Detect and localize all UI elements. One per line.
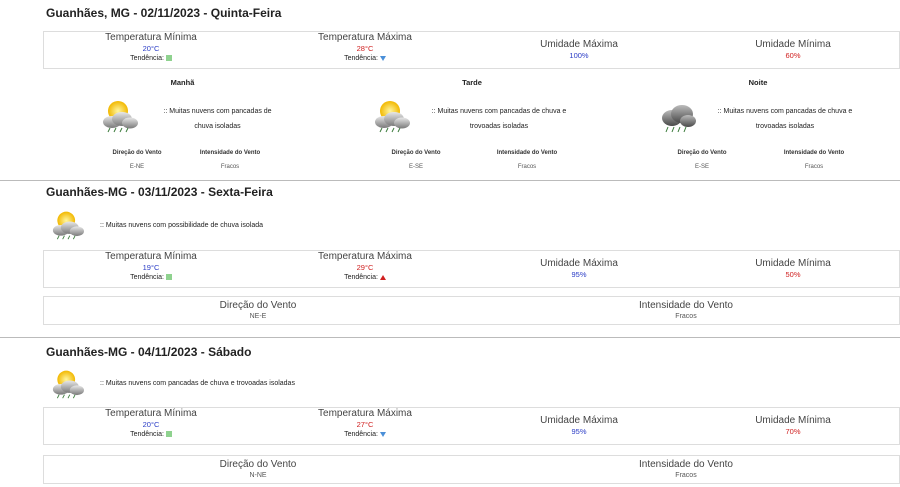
wind-int-value: Fracos	[675, 313, 697, 320]
wind-dir-value: E-SE	[694, 164, 709, 170]
cloud-sun-rain-icon	[100, 98, 140, 134]
wind-int-label: Intensidade do Vento	[496, 150, 558, 156]
max-temp-cell: Temperatura Máxima 28°C Tendência:	[258, 32, 472, 62]
period-afternoon: Tarde :: Muitas nuvens com pancadas de c…	[372, 78, 582, 173]
wind-int-cell: Intensidade do Vento Fracos	[472, 297, 900, 320]
min-temp-value: 19°C	[142, 263, 160, 272]
wind-dir-label: Direção do Vento	[112, 150, 162, 156]
hum-max-label: Umidade Máxima	[540, 415, 618, 426]
hum-min-cell: Umidade Mínima 70%	[686, 415, 900, 436]
wind-int-label: Intensidade do Vento	[199, 150, 261, 156]
wind-int-value: Fracos	[517, 164, 537, 170]
wind-int-value: Fracos	[804, 164, 824, 170]
min-temp-value: 20°C	[142, 44, 160, 53]
cloud-night-storm-icon	[658, 98, 698, 134]
hum-min-cell: Umidade Mínima 60%	[686, 39, 900, 60]
period-title: Tarde	[462, 78, 482, 87]
period-morning: Manhã :: Muitas nuvens com pancadas de ch…	[100, 78, 300, 173]
period-desc: :: Muitas nuvens com pancadas de chuva e…	[717, 108, 853, 130]
hum-max-label: Umidade Máxima	[540, 39, 618, 50]
divider	[0, 337, 900, 338]
wind-panel: Direção do Vento N-NE Intensidade do Ven…	[43, 455, 900, 484]
wind-dir-value: N-NE	[249, 472, 267, 479]
max-temp-value: 29°C	[356, 263, 374, 272]
period-night: Noite :: Muitas nuvens com pancadas de c…	[658, 78, 868, 173]
day-title: Guanhães, MG - 02/11/2023 - Quinta-Feira	[46, 6, 282, 20]
min-temp-cell: Temperatura Mínima 20°C Tendência:	[44, 408, 258, 438]
wind-dir-label: Direção do Vento	[219, 459, 297, 470]
hum-min-label: Umidade Mínima	[755, 39, 831, 50]
min-temp-label: Temperatura Mínima	[105, 408, 197, 419]
min-temp-value: 20°C	[142, 420, 160, 429]
trend-stable-icon	[165, 431, 172, 438]
day-desc: :: Muitas nuvens com pancadas de chuva e…	[100, 380, 295, 387]
wind-dir-cell: Direção do Vento N-NE	[44, 456, 472, 479]
cloud-sun-rain-icon	[50, 209, 86, 241]
hum-max-cell: Umidade Máxima 95%	[472, 258, 686, 279]
hum-min-value: 50%	[785, 270, 801, 279]
hum-min-label: Umidade Mínima	[755, 415, 831, 426]
hum-max-cell: Umidade Máxima 100%	[472, 39, 686, 60]
wind-dir-value: NE-E	[249, 313, 267, 320]
wind-dir-label: Direção do Vento	[391, 150, 441, 156]
trend-label: Tendência:	[344, 431, 378, 438]
trend-label: Tendência:	[344, 55, 378, 62]
temperature-humidity-panel: Temperatura Mínima 20°C Tendência: Tempe…	[43, 407, 900, 445]
period-title: Manhã	[170, 78, 195, 87]
wind-int-cell: Intensidade do Vento Fracos	[472, 456, 900, 479]
wind-int-label: Intensidade do Vento	[639, 300, 733, 311]
hum-min-label: Umidade Mínima	[755, 258, 831, 269]
day-title: Guanhães-MG - 03/11/2023 - Sexta-Feira	[46, 185, 273, 199]
wind-int-label: Intensidade do Vento	[783, 150, 845, 156]
hum-max-value: 95%	[571, 427, 587, 436]
hum-max-label: Umidade Máxima	[540, 258, 618, 269]
max-temp-label: Temperatura Máxima	[318, 408, 412, 419]
min-temp-cell: Temperatura Mínima 19°C Tendência:	[44, 251, 258, 281]
period-desc: :: Muitas nuvens com pancadas de chuva is…	[163, 108, 272, 130]
min-temp-label: Temperatura Mínima	[105, 251, 197, 262]
min-temp-cell: Temperatura Mínima 20°C Tendência:	[44, 32, 258, 62]
trend-label: Tendência:	[130, 431, 164, 438]
wind-int-value: Fracos	[675, 472, 697, 479]
trend-down-icon	[379, 431, 386, 437]
max-temp-value: 28°C	[356, 44, 374, 53]
trend-stable-icon	[165, 55, 172, 62]
cloud-sun-storm-icon	[50, 368, 86, 400]
trend-label: Tendência:	[344, 274, 378, 281]
temperature-humidity-panel: Temperatura Mínima 20°C Tendência: Tempe…	[43, 31, 900, 69]
wind-dir-value: E-NE	[129, 164, 145, 170]
wind-int-label: Intensidade do Vento	[639, 459, 733, 470]
wind-int-value: Fracos	[220, 164, 240, 170]
hum-max-value: 100%	[569, 51, 589, 60]
wind-dir-label: Direção do Vento	[677, 150, 727, 156]
hum-max-cell: Umidade Máxima 95%	[472, 415, 686, 436]
hum-min-cell: Umidade Mínima 50%	[686, 258, 900, 279]
day-desc: :: Muitas nuvens com possibilidade de ch…	[100, 222, 264, 229]
wind-dir-label: Direção do Vento	[219, 300, 297, 311]
trend-stable-icon	[165, 274, 172, 281]
trend-up-icon	[379, 274, 386, 280]
trend-label: Tendência:	[130, 55, 164, 62]
day-title: Guanhães-MG - 04/11/2023 - Sábado	[46, 345, 252, 359]
max-temp-cell: Temperatura Máxima 29°C Tendência:	[258, 251, 472, 281]
wind-panel: Direção do Vento NE-E Intensidade do Ven…	[43, 296, 900, 325]
divider	[0, 180, 900, 181]
hum-min-value: 70%	[785, 427, 801, 436]
hum-max-value: 95%	[571, 270, 587, 279]
max-temp-label: Temperatura Máxima	[318, 32, 412, 43]
period-title: Noite	[748, 78, 768, 87]
hum-min-value: 60%	[785, 51, 801, 60]
period-desc: :: Muitas nuvens com pancadas de chuva e…	[431, 108, 567, 130]
trend-label: Tendência:	[130, 274, 164, 281]
max-temp-value: 27°C	[356, 420, 374, 429]
wind-dir-value: E-SE	[408, 164, 423, 170]
temperature-humidity-panel: Temperatura Mínima 19°C Tendência: Tempe…	[43, 250, 900, 288]
max-temp-cell: Temperatura Máxima 27°C Tendência:	[258, 408, 472, 438]
cloud-sun-storm-icon	[372, 98, 412, 134]
min-temp-label: Temperatura Mínima	[105, 32, 197, 43]
wind-dir-cell: Direção do Vento NE-E	[44, 297, 472, 320]
max-temp-label: Temperatura Máxima	[318, 251, 412, 262]
trend-down-icon	[379, 55, 386, 61]
